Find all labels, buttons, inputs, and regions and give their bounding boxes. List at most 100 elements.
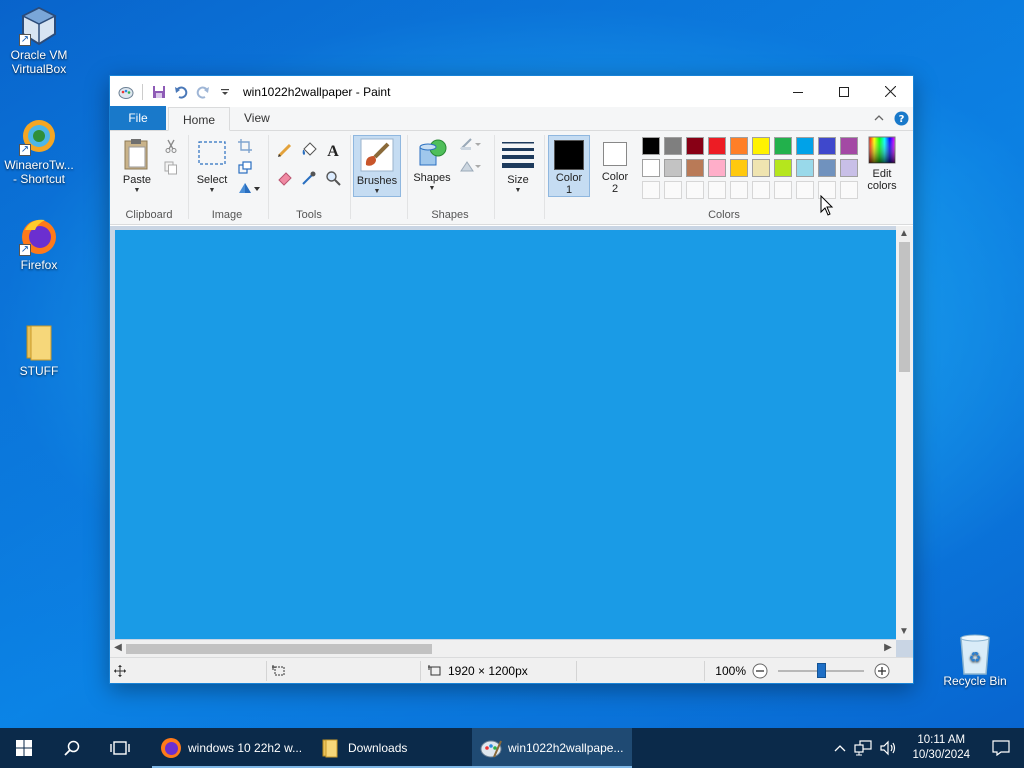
shape-outline-icon[interactable]: [458, 135, 484, 153]
help-icon[interactable]: ?: [894, 111, 909, 126]
palette-color-swatch[interactable]: [796, 159, 814, 177]
desktop-icon-stuff-folder[interactable]: STUFF: [1, 322, 77, 378]
cut-icon[interactable]: [162, 137, 180, 155]
scroll-left-icon[interactable]: ◀: [110, 640, 126, 656]
shapes-group: Shapes ▼ Shapes: [408, 131, 492, 225]
palette-custom-slot[interactable]: [840, 181, 858, 199]
eraser-icon[interactable]: [276, 169, 294, 187]
palette-custom-slot[interactable]: [730, 181, 748, 199]
resize-icon[interactable]: [236, 159, 254, 177]
color1-button[interactable]: Color 1: [548, 135, 590, 197]
minimize-button[interactable]: [775, 76, 821, 107]
edit-colors-button[interactable]: Edit colors: [862, 135, 902, 192]
zoom-out-button[interactable]: [752, 658, 768, 684]
zoom-slider[interactable]: [778, 658, 864, 684]
palette-custom-slot[interactable]: [708, 181, 726, 199]
brushes-group: Brushes ▼: [353, 131, 403, 225]
close-button[interactable]: [867, 76, 913, 107]
magnifier-icon[interactable]: [324, 169, 342, 187]
drawing-canvas[interactable]: [115, 230, 896, 639]
palette-color-swatch[interactable]: [840, 159, 858, 177]
desktop-icon-virtualbox[interactable]: ↗ Oracle VM VirtualBox: [1, 6, 77, 76]
palette-custom-slot[interactable]: [774, 181, 792, 199]
palette-color-swatch[interactable]: [774, 159, 792, 177]
shape-fill-icon[interactable]: [458, 157, 484, 175]
scroll-down-icon[interactable]: ▼: [896, 624, 912, 640]
horizontal-scroll-thumb[interactable]: [126, 644, 432, 654]
show-hidden-icons-icon[interactable]: [834, 744, 846, 752]
redo-icon[interactable]: [195, 84, 211, 100]
clock[interactable]: 10:11 AM 10/30/2024: [906, 733, 976, 763]
start-button[interactable]: [0, 728, 48, 768]
title-bar[interactable]: win1022h2wallpaper - Paint: [110, 76, 913, 107]
customize-quick-access-icon[interactable]: [217, 84, 233, 100]
color2-button[interactable]: Color 2: [594, 135, 636, 197]
palette-color-swatch[interactable]: [774, 137, 792, 155]
tab-view[interactable]: View: [230, 106, 284, 130]
tab-file[interactable]: File: [110, 106, 166, 130]
select-icon: [198, 141, 226, 165]
shapes-button-label: Shapes: [413, 172, 451, 184]
palette-color-swatch[interactable]: [664, 159, 682, 177]
palette-color-swatch[interactable]: [686, 159, 704, 177]
undo-icon[interactable]: [173, 84, 189, 100]
palette-color-swatch[interactable]: [818, 159, 836, 177]
desktop-icon-winaero[interactable]: ↗ WinaeroTw... - Shortcut: [1, 116, 77, 186]
brushes-button[interactable]: Brushes ▼: [353, 135, 401, 197]
scroll-right-icon[interactable]: ▶: [880, 640, 896, 656]
paste-button[interactable]: Paste ▼: [118, 137, 156, 195]
crop-icon[interactable]: [236, 137, 254, 155]
taskbar-app-explorer[interactable]: Downloads: [312, 728, 472, 768]
taskbar-app-firefox[interactable]: windows 10 22h2 w...: [152, 728, 312, 768]
palette-color-swatch[interactable]: [730, 159, 748, 177]
maximize-button[interactable]: [821, 76, 867, 107]
palette-color-swatch[interactable]: [796, 137, 814, 155]
horizontal-scrollbar[interactable]: ◀ ▶: [110, 640, 896, 657]
paint-app-icon[interactable]: [118, 84, 134, 100]
vertical-scrollbar[interactable]: ▲ ▼: [896, 226, 913, 640]
palette-custom-slot[interactable]: [752, 181, 770, 199]
palette-color-swatch[interactable]: [642, 159, 660, 177]
palette-color-swatch[interactable]: [708, 159, 726, 177]
save-icon[interactable]: [151, 84, 167, 100]
network-icon[interactable]: [854, 740, 873, 756]
palette-color-swatch[interactable]: [642, 137, 660, 155]
palette-color-swatch[interactable]: [818, 137, 836, 155]
pencil-icon[interactable]: [276, 141, 294, 159]
palette-custom-slot[interactable]: [796, 181, 814, 199]
shapes-button[interactable]: Shapes ▼: [412, 137, 452, 193]
palette-color-swatch[interactable]: [730, 137, 748, 155]
palette-color-swatch[interactable]: [752, 159, 770, 177]
collapse-ribbon-icon[interactable]: [874, 114, 884, 122]
volume-icon[interactable]: [880, 740, 898, 756]
palette-color-swatch[interactable]: [752, 137, 770, 155]
select-button[interactable]: Select ▼: [192, 139, 232, 195]
scroll-up-icon[interactable]: ▲: [896, 226, 912, 242]
palette-color-swatch[interactable]: [840, 137, 858, 155]
size-button[interactable]: Size ▼: [498, 139, 538, 195]
palette-color-swatch[interactable]: [664, 137, 682, 155]
palette-color-swatch[interactable]: [708, 137, 726, 155]
task-view-button[interactable]: [96, 728, 144, 768]
desktop-icon-firefox[interactable]: ↗ Firefox: [1, 216, 77, 272]
zoom-in-button[interactable]: [874, 658, 890, 684]
copy-icon[interactable]: [162, 159, 180, 177]
taskbar-app-paint[interactable]: win1022h2wallpape...: [472, 728, 632, 768]
tab-home[interactable]: Home: [168, 107, 231, 131]
desktop-icon-recycle-bin[interactable]: ♻ Recycle Bin: [937, 632, 1013, 688]
vertical-scroll-thumb[interactable]: [899, 242, 910, 372]
palette-custom-slot[interactable]: [664, 181, 682, 199]
fill-bucket-icon[interactable]: [300, 141, 318, 159]
text-icon[interactable]: A: [324, 141, 342, 159]
search-button[interactable]: [48, 728, 96, 768]
palette-color-swatch[interactable]: [686, 137, 704, 155]
paste-label: Paste: [122, 174, 152, 186]
palette-custom-slot[interactable]: [686, 181, 704, 199]
color-picker-icon[interactable]: [300, 169, 318, 187]
canvas-area: ▲ ▼ ◀ ▶: [110, 226, 913, 657]
rotate-icon[interactable]: [236, 179, 262, 197]
palette-custom-slot[interactable]: [642, 181, 660, 199]
notifications-icon[interactable]: [984, 740, 1018, 756]
color1-number: 1: [565, 184, 573, 196]
zoom-slider-thumb[interactable]: [817, 663, 826, 678]
